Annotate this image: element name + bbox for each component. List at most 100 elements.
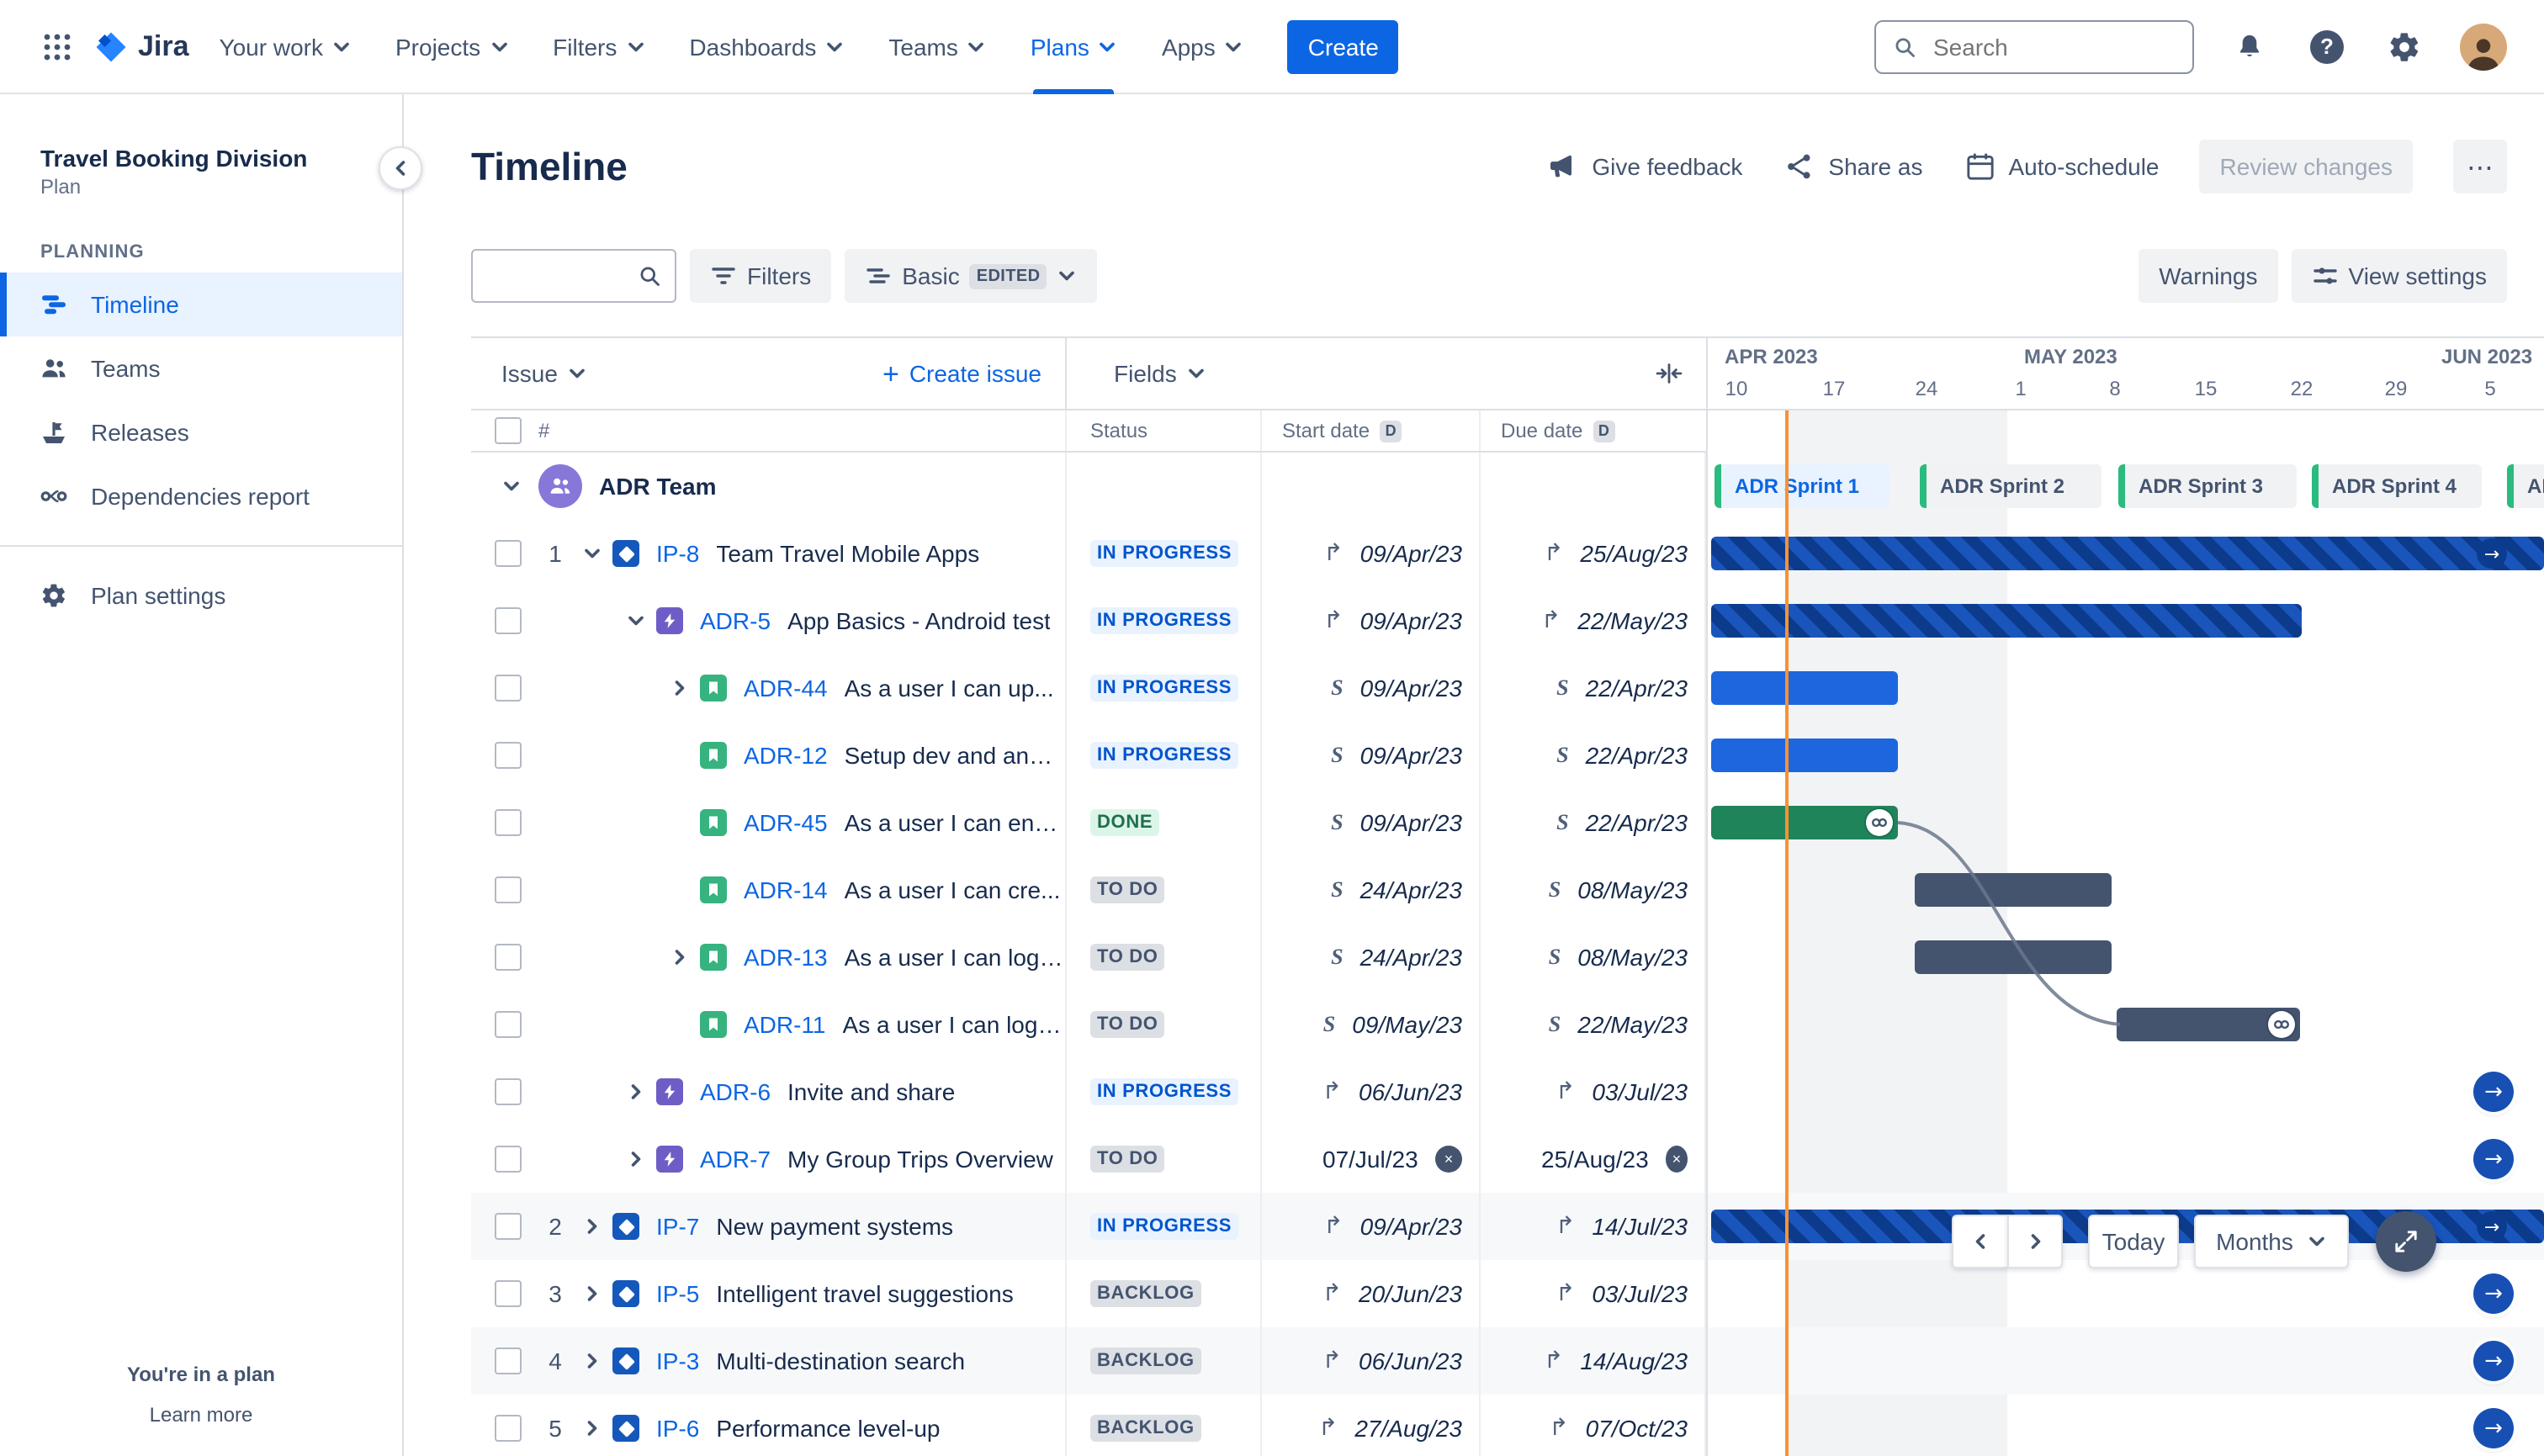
row-checkbox[interactable] [495,1146,522,1173]
date-value[interactable]: 09/May/23 [1352,1011,1462,1038]
date-value[interactable]: 09/Apr/23 [1360,540,1462,567]
settings-gear-icon[interactable] [2382,24,2426,68]
issue-key-link[interactable]: ADR-44 [744,675,828,702]
status-lozenge[interactable]: IN PROGRESS [1090,675,1239,702]
remove-date-button[interactable]: × [1665,1146,1688,1173]
jump-to-bar-button[interactable]: → [2473,1072,2514,1112]
date-value[interactable]: 09/Apr/23 [1360,607,1462,634]
plan-search-input[interactable] [486,261,628,291]
sidebar-item-teams[interactable]: Teams [0,336,402,400]
app-switcher-icon[interactable] [30,19,84,73]
status-lozenge[interactable]: TO DO [1090,944,1165,971]
chevron-down-icon[interactable] [575,543,609,564]
date-value[interactable]: 20/Jun/23 [1359,1280,1462,1307]
issue-summary[interactable]: New payment systems [716,1213,953,1240]
jump-to-bar-button[interactable]: → [2473,1139,2514,1179]
status-lozenge[interactable]: TO DO [1090,876,1165,903]
date-value[interactable]: 22/May/23 [1577,1011,1688,1038]
chevron-right-icon[interactable] [663,947,697,967]
issue-summary[interactable]: Multi-destination search [716,1347,965,1374]
create-button[interactable]: Create [1287,19,1399,73]
issue-key-link[interactable]: ADR-11 [744,1011,826,1038]
sprint-lozenge[interactable]: ADR Sprint 5 [2507,464,2544,508]
row-checkbox[interactable] [495,675,522,702]
gantt-bar-green[interactable] [1711,806,1898,839]
issue-key-link[interactable]: ADR-7 [700,1146,771,1173]
chevron-right-icon[interactable] [575,1216,609,1236]
date-value[interactable]: 22/Apr/23 [1586,742,1688,769]
date-value[interactable]: 22/Apr/23 [1586,809,1688,836]
date-value[interactable]: 06/Jun/23 [1359,1347,1462,1374]
review-changes-button[interactable]: Review changes [2199,140,2413,193]
nav-item-plans[interactable]: Plans [1031,0,1118,93]
row-checkbox[interactable] [495,1078,522,1105]
row-checkbox[interactable] [495,607,522,634]
issue-summary[interactable]: App Basics - Android test [787,607,1051,634]
collapse-columns-icon[interactable] [1656,360,1706,387]
issue-key-link[interactable]: IP-7 [656,1213,699,1240]
gantt-bar-gray[interactable] [1915,873,2112,907]
issue-summary[interactable]: Setup dev and and ... [845,742,1065,769]
jump-to-bar-button[interactable]: → [2473,1273,2514,1314]
jira-logo[interactable]: Jira [94,29,189,63]
status-lozenge[interactable]: TO DO [1090,1146,1165,1173]
row-checkbox[interactable] [495,540,522,567]
nav-item-teams[interactable]: Teams [888,0,986,93]
help-icon[interactable]: ? [2305,24,2349,68]
plan-search[interactable] [471,249,676,303]
nav-item-filters[interactable]: Filters [553,0,645,93]
issue-key-link[interactable]: ADR-45 [744,809,828,836]
sidebar-item-dependencies-report[interactable]: Dependencies report [0,464,402,528]
issue-summary[interactable]: Invite and share [787,1078,955,1105]
status-lozenge[interactable]: IN PROGRESS [1090,1078,1239,1105]
global-search[interactable] [1874,19,2194,73]
date-value[interactable]: 08/May/23 [1577,944,1688,971]
chevron-right-icon[interactable] [663,678,697,698]
date-value[interactable]: 14/Aug/23 [1580,1347,1688,1374]
chevron-right-icon[interactable] [575,1351,609,1371]
create-issue-button[interactable]: + Create issue [882,359,1065,388]
date-value[interactable]: 03/Jul/23 [1592,1280,1688,1307]
gantt-bar-epic[interactable] [1711,604,2302,638]
issue-key-link[interactable]: ADR-5 [700,607,771,634]
date-value[interactable]: 09/Apr/23 [1360,675,1462,702]
global-search-input[interactable] [1930,31,2176,61]
nav-item-dashboards[interactable]: Dashboards [689,0,845,93]
issue-key-link[interactable]: IP-3 [656,1347,699,1374]
dependency-link-icon[interactable] [1866,809,1893,836]
issue-summary[interactable]: Intelligent travel suggestions [716,1280,1013,1307]
date-value[interactable]: 07/Jul/23 [1322,1146,1418,1173]
row-checkbox[interactable] [495,1415,522,1442]
chevron-down-icon[interactable] [495,476,528,496]
date-value[interactable]: 22/Apr/23 [1586,675,1688,702]
jump-to-bar-button[interactable]: → [2473,1408,2514,1448]
sidebar-collapse-button[interactable] [379,146,422,190]
status-lozenge[interactable]: BACKLOG [1090,1347,1201,1374]
select-all-checkbox[interactable] [495,417,522,444]
user-avatar[interactable] [2460,23,2507,70]
date-value[interactable]: 07/Oct/23 [1586,1415,1688,1442]
view-mode-button[interactable]: Basic EDITED [845,249,1098,303]
status-lozenge[interactable]: IN PROGRESS [1090,742,1239,769]
auto-schedule-button[interactable]: Auto-schedule [1964,150,2160,183]
row-checkbox[interactable] [495,742,522,769]
sidebar-item-timeline[interactable]: Timeline [0,273,402,336]
date-value[interactable]: 25/Aug/23 [1541,1146,1649,1173]
status-lozenge[interactable]: IN PROGRESS [1090,607,1239,634]
give-feedback-button[interactable]: Give feedback [1546,150,1742,183]
nav-item-projects[interactable]: Projects [395,0,509,93]
date-value[interactable]: 14/Jul/23 [1592,1213,1688,1240]
row-checkbox[interactable] [495,1280,522,1307]
issue-key-link[interactable]: IP-6 [656,1415,699,1442]
notifications-icon[interactable] [2228,24,2271,68]
jump-to-bar-button[interactable]: → [2473,1341,2514,1381]
issue-summary[interactable]: Performance level-up [716,1415,940,1442]
sprint-lozenge[interactable]: ADR Sprint 2 [1920,464,2101,508]
date-value[interactable]: 06/Jun/23 [1359,1078,1462,1105]
issue-column-menu[interactable]: Issue [501,360,588,387]
chevron-right-icon[interactable] [575,1284,609,1304]
nav-item-apps[interactable]: Apps [1162,0,1244,93]
gantt-bar-gray[interactable] [1915,940,2112,974]
issue-summary[interactable]: My Group Trips Overview [787,1146,1053,1173]
today-button[interactable]: Today [2088,1215,2179,1268]
